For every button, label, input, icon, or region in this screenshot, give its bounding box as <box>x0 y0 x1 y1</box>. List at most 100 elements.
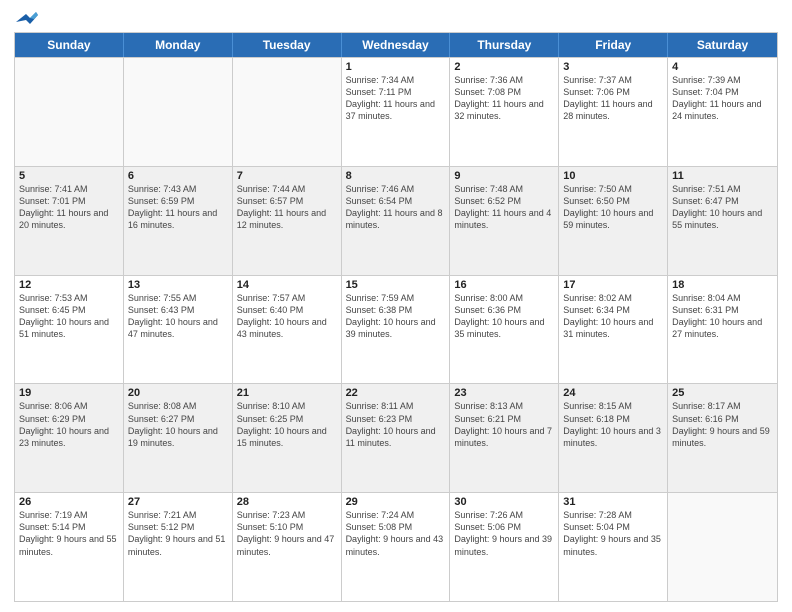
day-number: 16 <box>454 279 554 291</box>
day-number: 14 <box>237 279 337 291</box>
day-number: 3 <box>563 61 663 73</box>
header-day-tuesday: Tuesday <box>233 33 342 57</box>
calendar: SundayMondayTuesdayWednesdayThursdayFrid… <box>14 32 778 602</box>
calendar-cell-2-6: 18Sunrise: 8:04 AM Sunset: 6:31 PM Dayli… <box>668 276 777 384</box>
day-info: Sunrise: 8:02 AM Sunset: 6:34 PM Dayligh… <box>563 292 663 341</box>
calendar-cell-0-5: 3Sunrise: 7:37 AM Sunset: 7:06 PM Daylig… <box>559 58 668 166</box>
day-number: 31 <box>563 496 663 508</box>
day-number: 29 <box>346 496 446 508</box>
day-info: Sunrise: 7:26 AM Sunset: 5:06 PM Dayligh… <box>454 509 554 558</box>
calendar-cell-3-4: 23Sunrise: 8:13 AM Sunset: 6:21 PM Dayli… <box>450 384 559 492</box>
calendar-cell-4-0: 26Sunrise: 7:19 AM Sunset: 5:14 PM Dayli… <box>15 493 124 601</box>
day-info: Sunrise: 8:17 AM Sunset: 6:16 PM Dayligh… <box>672 400 773 449</box>
calendar-cell-2-3: 15Sunrise: 7:59 AM Sunset: 6:38 PM Dayli… <box>342 276 451 384</box>
header-day-saturday: Saturday <box>668 33 777 57</box>
week-row-5: 26Sunrise: 7:19 AM Sunset: 5:14 PM Dayli… <box>15 492 777 601</box>
week-row-3: 12Sunrise: 7:53 AM Sunset: 6:45 PM Dayli… <box>15 275 777 384</box>
day-info: Sunrise: 8:11 AM Sunset: 6:23 PM Dayligh… <box>346 400 446 449</box>
calendar-cell-4-1: 27Sunrise: 7:21 AM Sunset: 5:12 PM Dayli… <box>124 493 233 601</box>
day-number: 20 <box>128 387 228 399</box>
day-info: Sunrise: 7:37 AM Sunset: 7:06 PM Dayligh… <box>563 74 663 123</box>
calendar-body: 1Sunrise: 7:34 AM Sunset: 7:11 PM Daylig… <box>15 57 777 601</box>
day-info: Sunrise: 7:51 AM Sunset: 6:47 PM Dayligh… <box>672 183 773 232</box>
day-number: 21 <box>237 387 337 399</box>
day-number: 19 <box>19 387 119 399</box>
day-number: 26 <box>19 496 119 508</box>
day-info: Sunrise: 7:43 AM Sunset: 6:59 PM Dayligh… <box>128 183 228 232</box>
week-row-1: 1Sunrise: 7:34 AM Sunset: 7:11 PM Daylig… <box>15 57 777 166</box>
day-info: Sunrise: 8:00 AM Sunset: 6:36 PM Dayligh… <box>454 292 554 341</box>
header-day-friday: Friday <box>559 33 668 57</box>
day-info: Sunrise: 8:10 AM Sunset: 6:25 PM Dayligh… <box>237 400 337 449</box>
calendar-cell-3-0: 19Sunrise: 8:06 AM Sunset: 6:29 PM Dayli… <box>15 384 124 492</box>
calendar-cell-3-3: 22Sunrise: 8:11 AM Sunset: 6:23 PM Dayli… <box>342 384 451 492</box>
day-info: Sunrise: 7:55 AM Sunset: 6:43 PM Dayligh… <box>128 292 228 341</box>
calendar-cell-1-4: 9Sunrise: 7:48 AM Sunset: 6:52 PM Daylig… <box>450 167 559 275</box>
day-number: 30 <box>454 496 554 508</box>
day-number: 5 <box>19 170 119 182</box>
week-row-2: 5Sunrise: 7:41 AM Sunset: 7:01 PM Daylig… <box>15 166 777 275</box>
calendar-cell-2-4: 16Sunrise: 8:00 AM Sunset: 6:36 PM Dayli… <box>450 276 559 384</box>
day-number: 22 <box>346 387 446 399</box>
day-number: 2 <box>454 61 554 73</box>
calendar-cell-1-1: 6Sunrise: 7:43 AM Sunset: 6:59 PM Daylig… <box>124 167 233 275</box>
day-number: 13 <box>128 279 228 291</box>
day-number: 18 <box>672 279 773 291</box>
calendar-cell-0-4: 2Sunrise: 7:36 AM Sunset: 7:08 PM Daylig… <box>450 58 559 166</box>
day-info: Sunrise: 7:19 AM Sunset: 5:14 PM Dayligh… <box>19 509 119 558</box>
day-info: Sunrise: 8:08 AM Sunset: 6:27 PM Dayligh… <box>128 400 228 449</box>
day-info: Sunrise: 7:34 AM Sunset: 7:11 PM Dayligh… <box>346 74 446 123</box>
calendar-cell-1-3: 8Sunrise: 7:46 AM Sunset: 6:54 PM Daylig… <box>342 167 451 275</box>
day-number: 7 <box>237 170 337 182</box>
calendar-cell-1-6: 11Sunrise: 7:51 AM Sunset: 6:47 PM Dayli… <box>668 167 777 275</box>
day-number: 25 <box>672 387 773 399</box>
header-day-wednesday: Wednesday <box>342 33 451 57</box>
calendar-cell-4-3: 29Sunrise: 7:24 AM Sunset: 5:08 PM Dayli… <box>342 493 451 601</box>
day-number: 12 <box>19 279 119 291</box>
day-info: Sunrise: 7:57 AM Sunset: 6:40 PM Dayligh… <box>237 292 337 341</box>
header <box>14 10 778 26</box>
day-number: 1 <box>346 61 446 73</box>
day-info: Sunrise: 7:21 AM Sunset: 5:12 PM Dayligh… <box>128 509 228 558</box>
day-info: Sunrise: 7:23 AM Sunset: 5:10 PM Dayligh… <box>237 509 337 558</box>
calendar-cell-3-6: 25Sunrise: 8:17 AM Sunset: 6:16 PM Dayli… <box>668 384 777 492</box>
calendar-cell-1-0: 5Sunrise: 7:41 AM Sunset: 7:01 PM Daylig… <box>15 167 124 275</box>
calendar-cell-0-6: 4Sunrise: 7:39 AM Sunset: 7:04 PM Daylig… <box>668 58 777 166</box>
day-number: 17 <box>563 279 663 291</box>
calendar-cell-4-5: 31Sunrise: 7:28 AM Sunset: 5:04 PM Dayli… <box>559 493 668 601</box>
day-info: Sunrise: 8:15 AM Sunset: 6:18 PM Dayligh… <box>563 400 663 449</box>
logo <box>14 10 38 26</box>
calendar-cell-0-0 <box>15 58 124 166</box>
calendar-cell-4-2: 28Sunrise: 7:23 AM Sunset: 5:10 PM Dayli… <box>233 493 342 601</box>
calendar-cell-1-5: 10Sunrise: 7:50 AM Sunset: 6:50 PM Dayli… <box>559 167 668 275</box>
calendar-cell-0-2 <box>233 58 342 166</box>
day-number: 23 <box>454 387 554 399</box>
page: SundayMondayTuesdayWednesdayThursdayFrid… <box>0 0 792 612</box>
day-number: 15 <box>346 279 446 291</box>
day-info: Sunrise: 7:28 AM Sunset: 5:04 PM Dayligh… <box>563 509 663 558</box>
logo-top <box>14 10 38 26</box>
day-info: Sunrise: 7:46 AM Sunset: 6:54 PM Dayligh… <box>346 183 446 232</box>
day-info: Sunrise: 8:06 AM Sunset: 6:29 PM Dayligh… <box>19 400 119 449</box>
calendar-cell-2-2: 14Sunrise: 7:57 AM Sunset: 6:40 PM Dayli… <box>233 276 342 384</box>
header-day-monday: Monday <box>124 33 233 57</box>
day-info: Sunrise: 8:13 AM Sunset: 6:21 PM Dayligh… <box>454 400 554 449</box>
calendar-cell-2-1: 13Sunrise: 7:55 AM Sunset: 6:43 PM Dayli… <box>124 276 233 384</box>
calendar-cell-2-5: 17Sunrise: 8:02 AM Sunset: 6:34 PM Dayli… <box>559 276 668 384</box>
day-info: Sunrise: 7:24 AM Sunset: 5:08 PM Dayligh… <box>346 509 446 558</box>
day-number: 10 <box>563 170 663 182</box>
day-number: 28 <box>237 496 337 508</box>
header-day-sunday: Sunday <box>15 33 124 57</box>
day-info: Sunrise: 7:53 AM Sunset: 6:45 PM Dayligh… <box>19 292 119 341</box>
day-info: Sunrise: 8:04 AM Sunset: 6:31 PM Dayligh… <box>672 292 773 341</box>
day-info: Sunrise: 7:36 AM Sunset: 7:08 PM Dayligh… <box>454 74 554 123</box>
day-number: 9 <box>454 170 554 182</box>
calendar-cell-2-0: 12Sunrise: 7:53 AM Sunset: 6:45 PM Dayli… <box>15 276 124 384</box>
day-info: Sunrise: 7:59 AM Sunset: 6:38 PM Dayligh… <box>346 292 446 341</box>
calendar-cell-4-6 <box>668 493 777 601</box>
header-day-thursday: Thursday <box>450 33 559 57</box>
calendar-cell-4-4: 30Sunrise: 7:26 AM Sunset: 5:06 PM Dayli… <box>450 493 559 601</box>
calendar-cell-0-3: 1Sunrise: 7:34 AM Sunset: 7:11 PM Daylig… <box>342 58 451 166</box>
day-number: 11 <box>672 170 773 182</box>
day-info: Sunrise: 7:50 AM Sunset: 6:50 PM Dayligh… <box>563 183 663 232</box>
